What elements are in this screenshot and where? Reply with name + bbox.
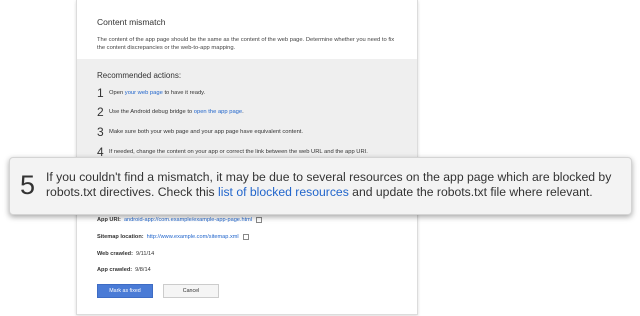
dialog-description: The content of the app page should be th… [97, 37, 395, 51]
app-crawled-label: App crawled: [97, 267, 133, 273]
app-uri-label: App URI: [97, 217, 121, 223]
step-number: 1 [97, 86, 104, 100]
step-text: Open [109, 90, 125, 96]
step-text: to have it ready. [162, 90, 206, 96]
app-uri-link[interactable]: android-app://com.example/example-app-pa… [124, 217, 252, 223]
step-number: 3 [97, 125, 104, 139]
web-crawled-label: Web crawled: [97, 251, 133, 257]
recommended-actions-heading: Recommended actions: [97, 71, 182, 80]
app-crawled-value: 9/8/14 [135, 267, 151, 273]
blocked-resources-link[interactable]: list of blocked resources [218, 185, 349, 199]
dialog-title: Content mismatch [97, 17, 166, 27]
web-crawled-row: Web crawled: 9/11/14 [97, 251, 154, 257]
step-2: 2 Use the Android debug bridge to open t… [97, 105, 244, 119]
sitemap-link[interactable]: http://www.example.com/sitemap.xml [147, 234, 239, 240]
step-text: If needed, change the content on your ap… [109, 149, 368, 155]
mark-as-fixed-button[interactable]: Mark as fixed [97, 284, 153, 298]
sitemap-label: Sitemap location: [97, 234, 144, 240]
cancel-button[interactable]: Cancel [163, 284, 219, 298]
open-app-page-link[interactable]: open the app page [194, 109, 242, 115]
external-link-icon[interactable] [242, 234, 249, 240]
step-3: 3 Make sure both your web page and your … [97, 125, 303, 139]
recommended-actions-panel: Recommended actions: 1 Open your web pag… [77, 59, 417, 163]
step-text: Make sure both your web page and your ap… [109, 129, 304, 135]
open-web-page-link[interactable]: your web page [125, 90, 163, 96]
callout-text-post: and update the robots.txt file where rel… [348, 185, 593, 199]
step-number: 2 [97, 105, 104, 119]
external-link-icon[interactable] [256, 217, 263, 223]
step-text: . [242, 109, 244, 115]
sitemap-row: Sitemap location: http://www.example.com… [97, 234, 249, 240]
step-number: 5 [20, 170, 36, 200]
step-text: Use the Android debug bridge to [109, 109, 194, 115]
step-1: 1 Open your web page to have it ready. [97, 86, 205, 100]
step-5-callout: 5 If you couldn't find a mismatch, it ma… [9, 157, 632, 215]
app-crawled-row: App crawled: 9/8/14 [97, 267, 151, 273]
app-uri-row: App URI: android-app://com.example/examp… [97, 217, 263, 223]
web-crawled-value: 9/11/14 [135, 251, 155, 257]
callout-text: If you couldn't find a mismatch, it may … [46, 170, 621, 200]
